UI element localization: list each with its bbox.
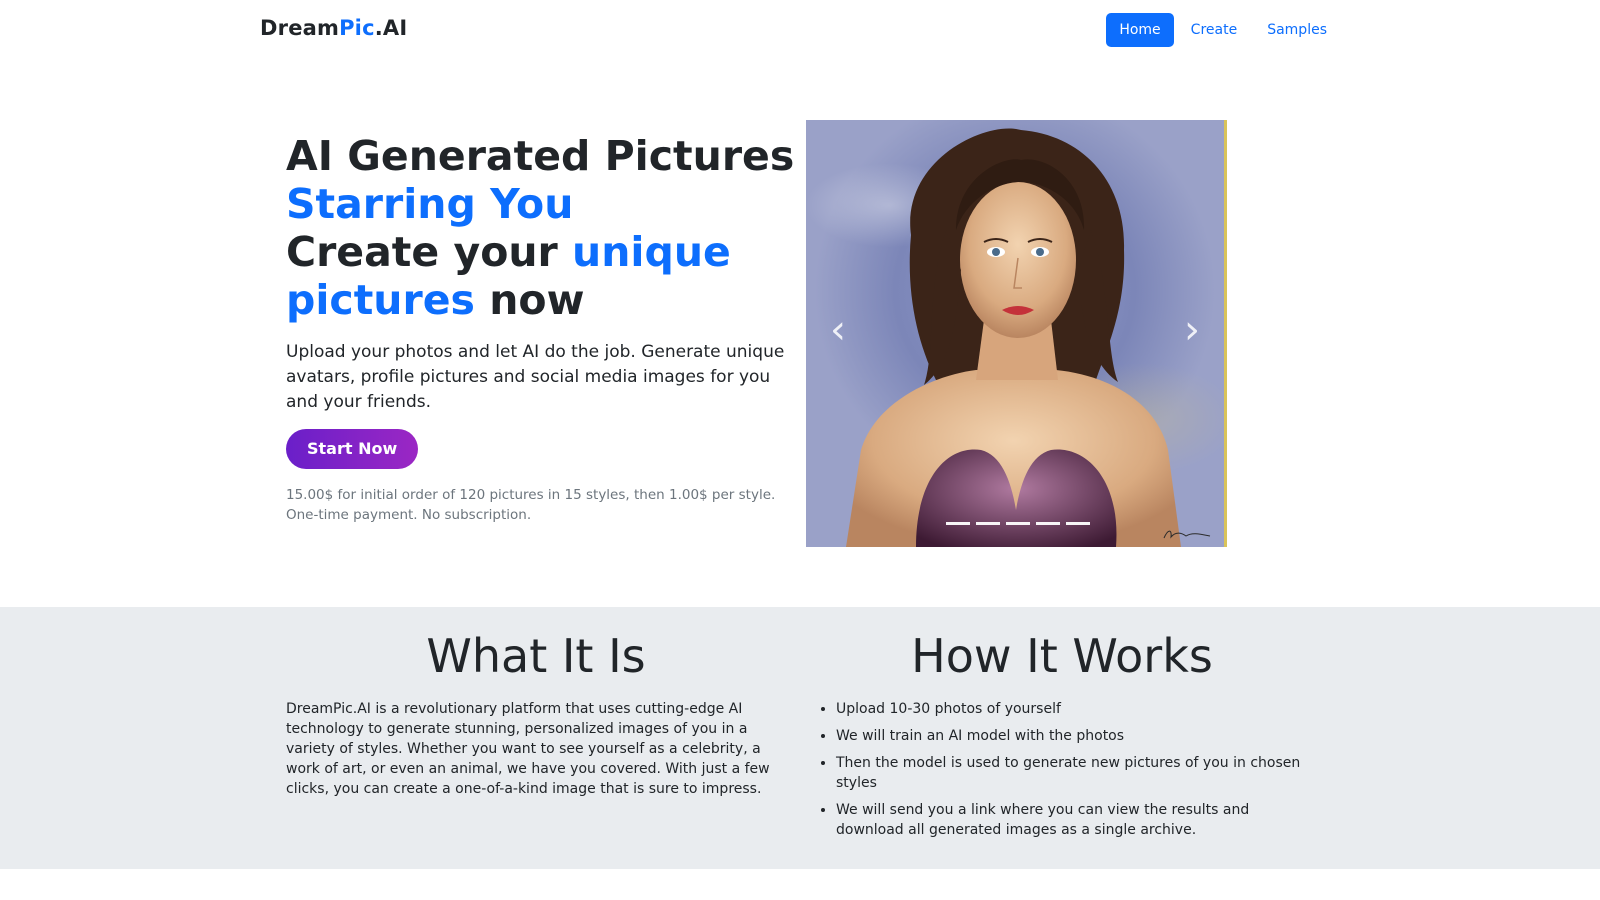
hero-title: AI Generated Pictures Starring You Creat… [286,132,796,324]
brand-logo[interactable]: DreamPic.AI [260,16,407,40]
carousel-indicator[interactable] [1036,522,1060,525]
carousel-indicators [946,522,1090,525]
price-note-line2: One-time payment. No subscription. [286,507,532,523]
carousel-indicator[interactable] [976,522,1000,525]
start-now-button[interactable]: Start Now [286,429,419,469]
hero-title-line4b: now [474,276,585,324]
how-it-works-heading: How It Works [911,629,1213,683]
carousel-indicator[interactable] [1006,522,1030,525]
carousel-indicator[interactable] [946,522,970,525]
nav-link-home[interactable]: Home [1106,13,1174,47]
price-note: 15.00$ for initial order of 120 pictures… [286,485,796,525]
hero-title-line3a: Create your [286,228,573,276]
artist-signature [1163,530,1211,539]
carousel-indicator[interactable] [1066,522,1090,525]
list-item: Then the model is used to generate new p… [836,753,1312,793]
info-section: What It Is DreamPic.AI is a revolutionar… [0,607,1600,869]
hero-title-line4a: pictures [286,276,475,324]
list-item: We will train an AI model with the photo… [836,726,1312,746]
image-carousel: ‹ › [806,120,1227,547]
chevron-right-icon[interactable]: › [1172,310,1212,350]
brand-text-pic: Pic [339,16,375,40]
list-item: We will send you a link where you can vi… [836,800,1312,840]
nav-link-samples[interactable]: Samples [1254,13,1340,47]
navbar: DreamPic.AI Home Create Samples [0,0,1600,58]
hero-title-line3b: unique [572,228,731,276]
hero-section: AI Generated Pictures Starring You Creat… [286,132,796,525]
nav-link-create[interactable]: Create [1178,13,1251,47]
portrait-image [846,128,1181,547]
how-it-works-steps: Upload 10-30 photos of yourself We will … [812,699,1312,840]
what-it-is-column: What It Is DreamPic.AI is a revolutionar… [286,629,786,799]
what-it-is-heading: What It Is [426,629,646,683]
what-it-is-body: DreamPic.AI is a revolutionary platform … [286,701,770,797]
hero-title-line2: Starring You [286,180,574,228]
brand-text-dream: Dream [260,16,340,40]
brand-text-ai: .AI [374,16,408,40]
hero-lead: Upload your photos and let AI do the job… [286,342,785,412]
list-item: Upload 10-30 photos of yourself [836,699,1312,719]
how-it-works-column: How It Works Upload 10-30 photos of your… [812,629,1312,847]
hero-title-line1: AI Generated Pictures [286,132,795,180]
price-note-line1: 15.00$ for initial order of 120 pictures… [286,487,776,503]
main-nav: Home Create Samples [1106,13,1340,47]
chevron-left-icon[interactable]: ‹ [818,310,858,350]
